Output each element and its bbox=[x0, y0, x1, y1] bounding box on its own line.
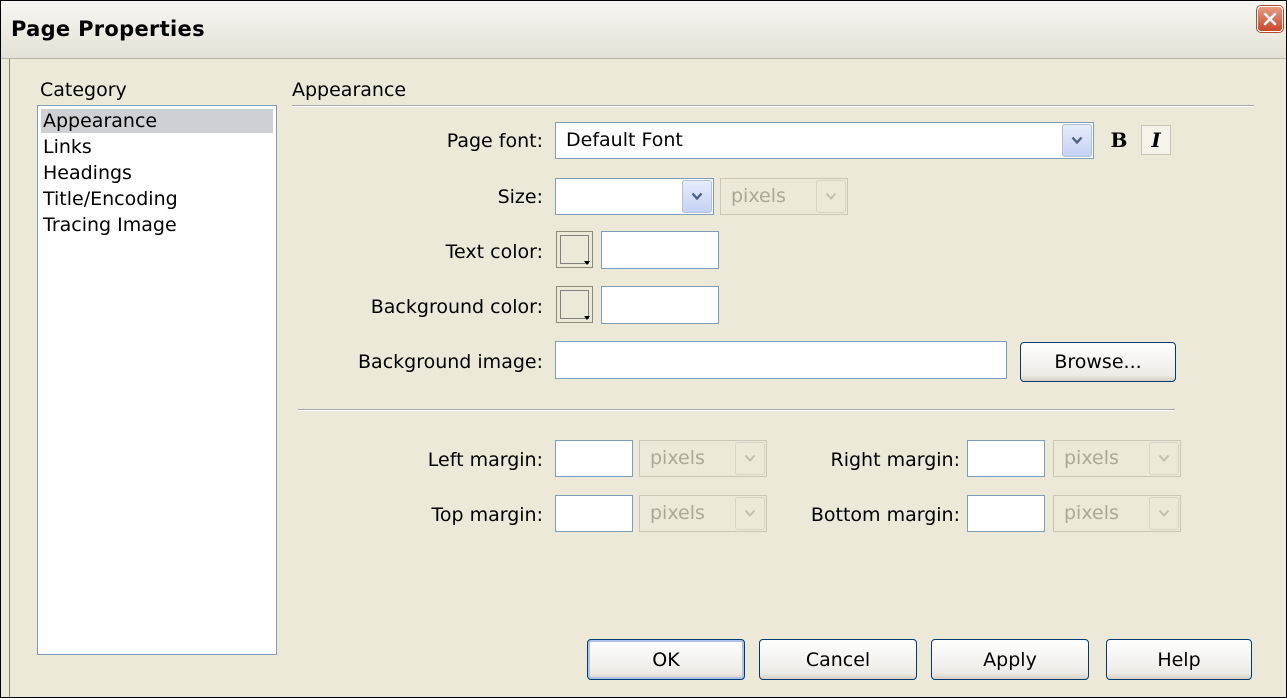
page-font-label: Page font: bbox=[446, 130, 543, 152]
size-dropdown-button[interactable] bbox=[682, 180, 712, 213]
dialog-body: Category Appearance Links Headings Title… bbox=[9, 59, 1279, 697]
window-title: Page Properties bbox=[11, 17, 205, 41]
size-unit-dropdown-button[interactable] bbox=[816, 180, 846, 213]
category-item-headings[interactable]: Headings bbox=[41, 161, 273, 185]
right-margin-unit-value: pixels bbox=[1064, 447, 1119, 469]
size-select[interactable] bbox=[555, 178, 714, 215]
left-margin-unit-dropdown-button[interactable] bbox=[735, 442, 765, 475]
close-icon bbox=[1263, 12, 1277, 26]
margins-divider bbox=[298, 409, 1175, 411]
apply-button[interactable]: Apply bbox=[931, 639, 1089, 680]
right-margin-unit-select[interactable]: pixels bbox=[1053, 440, 1181, 477]
text-color-label: Text color: bbox=[445, 241, 543, 263]
category-item-title-encoding[interactable]: Title/Encoding bbox=[41, 187, 273, 211]
bottom-margin-input[interactable] bbox=[967, 495, 1045, 532]
page-font-dropdown-button[interactable] bbox=[1062, 124, 1092, 157]
swatch-dropdown-icon bbox=[584, 316, 590, 320]
left-margin-unit-select[interactable]: pixels bbox=[639, 440, 767, 477]
top-margin-unit-value: pixels bbox=[650, 502, 705, 524]
help-button[interactable]: Help bbox=[1106, 639, 1252, 680]
text-color-input[interactable] bbox=[601, 231, 719, 269]
background-image-input[interactable] bbox=[555, 341, 1007, 379]
text-color-swatch[interactable] bbox=[556, 231, 593, 268]
category-item-appearance[interactable]: Appearance bbox=[41, 109, 273, 133]
size-label: Size: bbox=[497, 186, 543, 208]
cancel-button[interactable]: Cancel bbox=[759, 639, 917, 680]
category-item-links[interactable]: Links bbox=[41, 135, 273, 159]
left-margin-input[interactable] bbox=[555, 440, 633, 477]
background-color-swatch[interactable] bbox=[556, 286, 593, 323]
page-font-select[interactable]: Default Font bbox=[555, 122, 1094, 159]
appearance-heading: Appearance bbox=[292, 79, 407, 101]
heading-divider bbox=[292, 105, 1254, 107]
right-margin-label: Right margin: bbox=[830, 449, 960, 471]
title-bar[interactable]: Page Properties bbox=[1, 1, 1286, 59]
background-color-input[interactable] bbox=[601, 286, 719, 324]
category-item-tracing-image[interactable]: Tracing Image bbox=[41, 213, 273, 237]
chevron-down-icon bbox=[744, 454, 756, 462]
category-list[interactable]: Appearance Links Headings Title/Encoding… bbox=[37, 105, 277, 655]
top-margin-input[interactable] bbox=[555, 495, 633, 532]
right-margin-unit-dropdown-button[interactable] bbox=[1149, 442, 1179, 475]
chevron-down-icon bbox=[1158, 454, 1170, 462]
right-margin-input[interactable] bbox=[967, 440, 1045, 477]
bold-button[interactable]: B bbox=[1104, 125, 1134, 155]
bottom-margin-unit-select[interactable]: pixels bbox=[1053, 495, 1181, 532]
left-margin-label: Left margin: bbox=[427, 449, 543, 471]
chevron-down-icon bbox=[744, 509, 756, 517]
page-font-value: Default Font bbox=[566, 129, 683, 151]
ok-button[interactable]: OK bbox=[587, 639, 745, 680]
bottom-margin-label: Bottom margin: bbox=[810, 504, 960, 526]
size-unit-value: pixels bbox=[731, 185, 786, 207]
top-margin-unit-dropdown-button[interactable] bbox=[735, 497, 765, 530]
chevron-down-icon bbox=[825, 192, 837, 200]
italic-button[interactable]: I bbox=[1141, 125, 1171, 155]
bottom-margin-unit-value: pixels bbox=[1064, 502, 1119, 524]
swatch-dropdown-icon bbox=[584, 261, 590, 265]
background-color-label: Background color: bbox=[370, 296, 543, 318]
top-margin-label: Top margin: bbox=[431, 504, 543, 526]
bottom-margin-unit-dropdown-button[interactable] bbox=[1149, 497, 1179, 530]
chevron-down-icon bbox=[1158, 509, 1170, 517]
category-heading: Category bbox=[40, 79, 127, 101]
page-properties-dialog: Page Properties Category Appearance Link… bbox=[0, 0, 1287, 698]
close-button[interactable] bbox=[1257, 6, 1283, 32]
top-margin-unit-select[interactable]: pixels bbox=[639, 495, 767, 532]
chevron-down-icon bbox=[691, 192, 703, 201]
chevron-down-icon bbox=[1071, 136, 1083, 145]
browse-button[interactable]: Browse... bbox=[1020, 342, 1176, 382]
left-margin-unit-value: pixels bbox=[650, 447, 705, 469]
background-image-label: Background image: bbox=[358, 351, 543, 373]
size-unit-select[interactable]: pixels bbox=[720, 178, 848, 215]
